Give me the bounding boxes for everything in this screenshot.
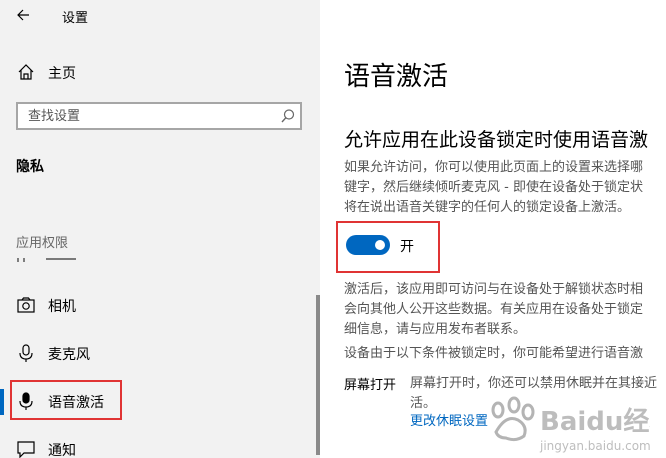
sidebar: 设置 主页 隐私 应用权限 相机 麦克风	[0, 0, 320, 458]
sidebar-item-label: 麦克风	[48, 347, 90, 363]
window-title: 设置	[62, 11, 89, 26]
intro-line: 将在说出语音关键字的任何人的锁定设备上激活。	[344, 200, 631, 215]
sidebar-item-microphone[interactable]: 麦克风	[12, 335, 308, 371]
detail-line: 激活后，该应用即可访问与在设备处于解锁状态时相	[344, 282, 644, 297]
watermark-text: Baidu经验	[540, 406, 650, 437]
intro-text: 如果允许访问，你可以使用此页面上的设置来选择哪 键字，然后继续倾听麦克风 - 即…	[344, 158, 643, 218]
annotation-highlight	[10, 380, 122, 420]
watermark-subtext: jingyan.baidu.com	[539, 439, 650, 453]
camera-icon	[17, 297, 35, 313]
intro-line: 如果允许访问，你可以使用此页面上的设置来选择哪	[344, 160, 644, 175]
search-input[interactable]	[28, 108, 268, 124]
search-icon[interactable]	[280, 108, 296, 124]
active-indicator	[0, 389, 4, 415]
detail-line: 会向其他人公开这些数据。有关应用在设备处于锁定	[344, 302, 644, 317]
intro-line: 键字，然后继续倾听麦克风 - 即使在设备处于锁定状	[344, 180, 643, 195]
screen-on-label: 屏幕打开	[344, 378, 397, 393]
notification-icon	[17, 441, 35, 458]
microphone-icon	[19, 344, 33, 362]
back-arrow-icon	[17, 9, 29, 21]
sidebar-item-label: 通知	[48, 443, 76, 458]
section-subheading: 允许应用在此设备锁定时使用语音激	[344, 129, 649, 151]
scrolled-item-icon	[17, 258, 76, 262]
detail-text: 激活后，该应用即可访问与在设备处于解锁状态时相 会向其他人公开这些数据。有关应用…	[344, 280, 643, 340]
group-label: 应用权限	[16, 236, 69, 251]
condition-text: 设备由于以下条件被锁定时，你可能希望进行语音激	[344, 346, 644, 361]
toggle-annotation-box: 开	[336, 221, 440, 273]
nav-home[interactable]: 主页	[12, 60, 308, 84]
toggle-state-label: 开	[400, 239, 414, 255]
nav-home-label: 主页	[48, 66, 76, 82]
home-icon	[18, 64, 34, 80]
detail-line: 细信息，请与应用发布者联系。	[344, 322, 527, 337]
page-title: 语音激活	[344, 62, 449, 92]
voice-activation-toggle[interactable]	[346, 235, 390, 255]
sidebar-item-camera[interactable]: 相机	[12, 287, 308, 323]
sidebar-item-label: 相机	[48, 299, 76, 315]
baidu-watermark-logo: Baidu经验 jingyan.baidu.com	[491, 396, 650, 453]
toggle-knob	[375, 240, 385, 250]
search-box[interactable]	[16, 102, 302, 130]
back-button[interactable]	[12, 4, 36, 26]
section-title: 隐私	[16, 159, 44, 175]
sidebar-item-notifications[interactable]: 通知	[12, 431, 308, 458]
